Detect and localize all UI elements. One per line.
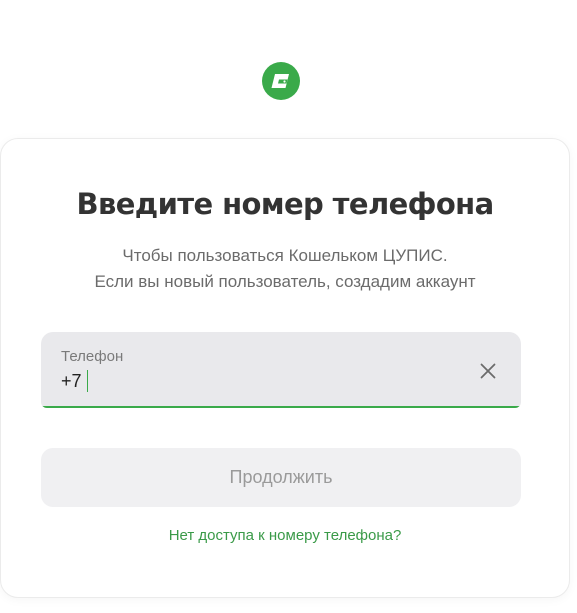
text-caret (86, 370, 88, 392)
subtitle-line-1: Чтобы пользоваться Кошельком ЦУПИС. (122, 246, 448, 265)
input-focus-underline (41, 406, 521, 408)
wallet-logo-icon (262, 62, 300, 100)
login-page: Введите номер телефона Чтобы пользоватьс… (0, 0, 577, 613)
no-phone-access-link[interactable]: Нет доступа к номеру телефона? (1, 527, 569, 544)
login-card: Введите номер телефона Чтобы пользоватьс… (0, 138, 570, 598)
page-title: Введите номер телефона (76, 187, 494, 221)
phone-input-label: Телефон (61, 348, 124, 365)
clear-button[interactable] (477, 360, 499, 382)
continue-button[interactable]: Продолжить (41, 448, 521, 507)
phone-input-value-wrap[interactable]: +7 (61, 370, 88, 392)
subtitle-line-2: Если вы новый пользователь, создадим акк… (94, 272, 476, 291)
close-icon[interactable] (477, 360, 499, 382)
phone-input[interactable]: Телефон +7 (41, 332, 521, 408)
phone-input-value[interactable]: +7 (61, 371, 82, 392)
